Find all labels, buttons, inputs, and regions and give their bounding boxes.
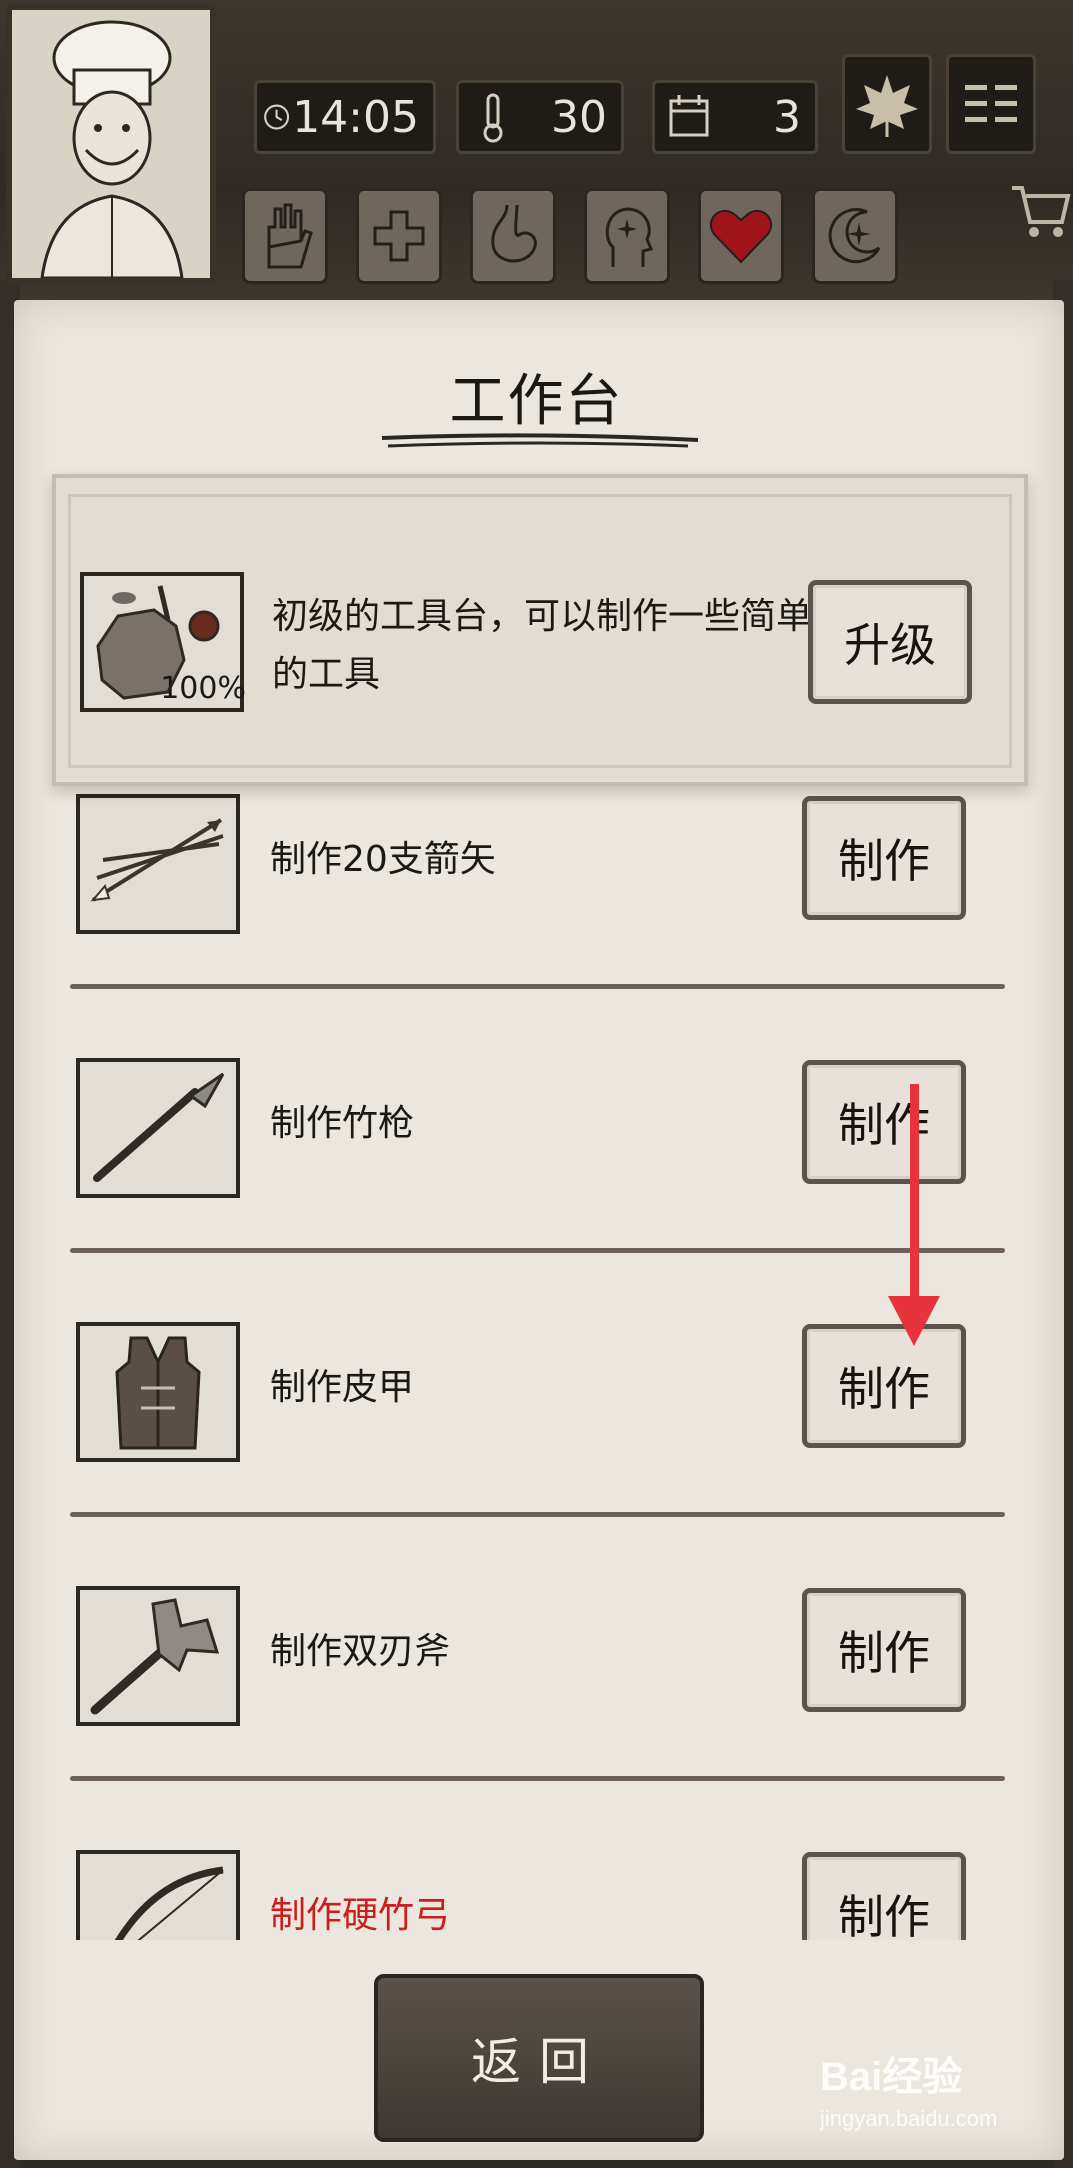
row-divider — [70, 1512, 1005, 1517]
recipe-row-bamboo-spear: 制作竹枪 制作 — [62, 1048, 1002, 1198]
health-status-button[interactable] — [356, 188, 442, 284]
chef-avatar[interactable] — [6, 4, 216, 284]
recipe-row-double-axe: 制作双刃斧 制作 — [62, 1576, 1002, 1726]
calendar-icon — [669, 95, 709, 137]
workbench-description: 初级的工具台，可以制作一些简单的工具 — [272, 596, 813, 695]
menu-button[interactable] — [946, 54, 1036, 154]
double-axe-icon — [76, 1586, 240, 1726]
sleep-status-button[interactable] — [812, 188, 898, 284]
menu-icon — [965, 85, 1017, 122]
arrows-icon — [76, 794, 240, 934]
bamboo-bow-icon — [76, 1850, 240, 1940]
temperature-display: 30 — [456, 80, 624, 154]
time-value: 14:05 — [292, 91, 419, 143]
medical-cross-icon — [373, 210, 425, 262]
day-value: 3 — [773, 91, 801, 143]
recipe-label: 制作双刃斧 — [270, 1631, 451, 1672]
leaf-button[interactable] — [842, 54, 932, 154]
temperature-value: 30 — [551, 91, 607, 143]
recipe-label: 制作20支箭矢 — [270, 839, 496, 880]
recipe-list[interactable]: 制作20支箭矢 制作 制作竹枪 制作 制作皮甲 制作 制作双刃斧 制作 制作硬竹… — [14, 790, 1064, 1940]
watermark-logo: Bai经验 — [820, 2055, 963, 2099]
maple-leaf-icon — [856, 75, 918, 137]
craft-arrows-button[interactable]: 制作 — [802, 796, 966, 920]
recipe-row-leather-armor: 制作皮甲 制作 — [62, 1312, 1002, 1462]
stomach-icon — [491, 204, 537, 263]
recipe-label: 制作竹枪 — [270, 1103, 415, 1144]
row-divider — [70, 1248, 1005, 1253]
thermometer-icon — [483, 93, 503, 143]
shop-cart-icon[interactable] — [1008, 174, 1072, 246]
workbench-upgrade-card: 100% 初级的工具台，可以制作一些简单的工具 升级 — [52, 474, 1028, 786]
panel-title: 工作台 — [449, 369, 624, 434]
workbench-progress: 100% — [160, 671, 246, 706]
clock-icon — [264, 104, 290, 130]
bamboo-spear-icon — [76, 1058, 240, 1198]
watermark-url: jingyan.baidu.com — [820, 2106, 998, 2131]
heart-icon — [709, 209, 773, 264]
baidu-jingyan-watermark: Bai经验 jingyan.baidu.com — [820, 2044, 1060, 2154]
title-underline — [381, 433, 699, 448]
chef-portrait-icon — [12, 10, 210, 278]
recipe-label-unavailable: 制作硬竹弓 — [270, 1895, 451, 1936]
day-display: 3 — [652, 80, 818, 154]
row-divider — [70, 1776, 1005, 1781]
workbench-icon: 100% — [80, 572, 246, 712]
craft-double-axe-button[interactable]: 制作 — [802, 1588, 966, 1712]
hand-bandage-icon — [267, 203, 313, 269]
injury-status-button[interactable] — [242, 188, 328, 284]
row-divider — [70, 984, 1005, 989]
annotation-arrow-icon — [888, 1084, 940, 1346]
mind-status-button[interactable] — [584, 188, 670, 284]
heart-status-button[interactable] — [698, 188, 784, 284]
upgrade-button[interactable]: 升级 — [808, 580, 972, 704]
recipe-row-bamboo-bow: 制作硬竹弓 制作 — [62, 1840, 1002, 1940]
hunger-status-button[interactable] — [470, 188, 556, 284]
leather-armor-icon — [76, 1322, 240, 1462]
recipe-row-arrows: 制作20支箭矢 制作 — [62, 790, 1002, 934]
moon-star-icon — [828, 208, 881, 264]
back-button[interactable]: 返回 — [374, 1974, 704, 2142]
craft-bamboo-bow-button[interactable]: 制作 — [802, 1852, 966, 1940]
time-display: 14:05 — [254, 80, 436, 154]
recipe-label: 制作皮甲 — [270, 1367, 415, 1408]
head-mind-icon — [605, 207, 654, 267]
